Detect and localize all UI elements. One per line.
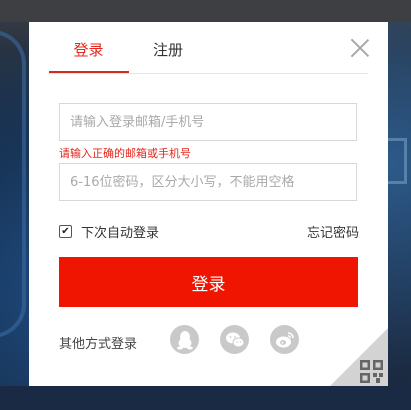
remember-label[interactable]: 下次自动登录 — [81, 222, 159, 241]
backdrop-decoration — [0, 30, 26, 338]
tab-bar: 登录 注册 — [49, 22, 368, 74]
tab-login[interactable]: 登录 — [49, 39, 128, 60]
tab-register[interactable]: 注册 — [153, 39, 183, 60]
remember-me: ✔ 下次自动登录 — [59, 222, 159, 241]
backdrop-glyph — [388, 138, 407, 184]
wechat-icon — [225, 332, 244, 347]
social-login-label: 其他方式登录 — [59, 337, 138, 352]
email-field[interactable] — [59, 103, 357, 141]
bottom-strip — [0, 386, 411, 410]
active-tab-indicator — [49, 71, 129, 73]
login-button[interactable]: 登录 — [59, 257, 358, 307]
login-dialog: 登录 注册 请输入正确的邮箱或手机号 ✔ 下次自动登录 忘记密码 登录 其他方式… — [29, 22, 388, 386]
weibo-login-button[interactable] — [270, 325, 299, 354]
email-error-message: 请输入正确的邮箱或手机号 — [59, 147, 191, 160]
remember-checkbox[interactable]: ✔ — [59, 225, 72, 238]
weibo-icon — [275, 331, 294, 347]
forgot-password-link[interactable]: 忘记密码 — [307, 222, 359, 241]
qq-login-button[interactable] — [170, 325, 199, 354]
wechat-login-button[interactable] — [220, 325, 249, 354]
password-field[interactable] — [59, 163, 357, 201]
qq-icon — [176, 330, 193, 349]
top-strip — [0, 0, 411, 22]
qr-login-toggle[interactable] — [330, 328, 388, 386]
close-icon[interactable] — [350, 38, 370, 58]
